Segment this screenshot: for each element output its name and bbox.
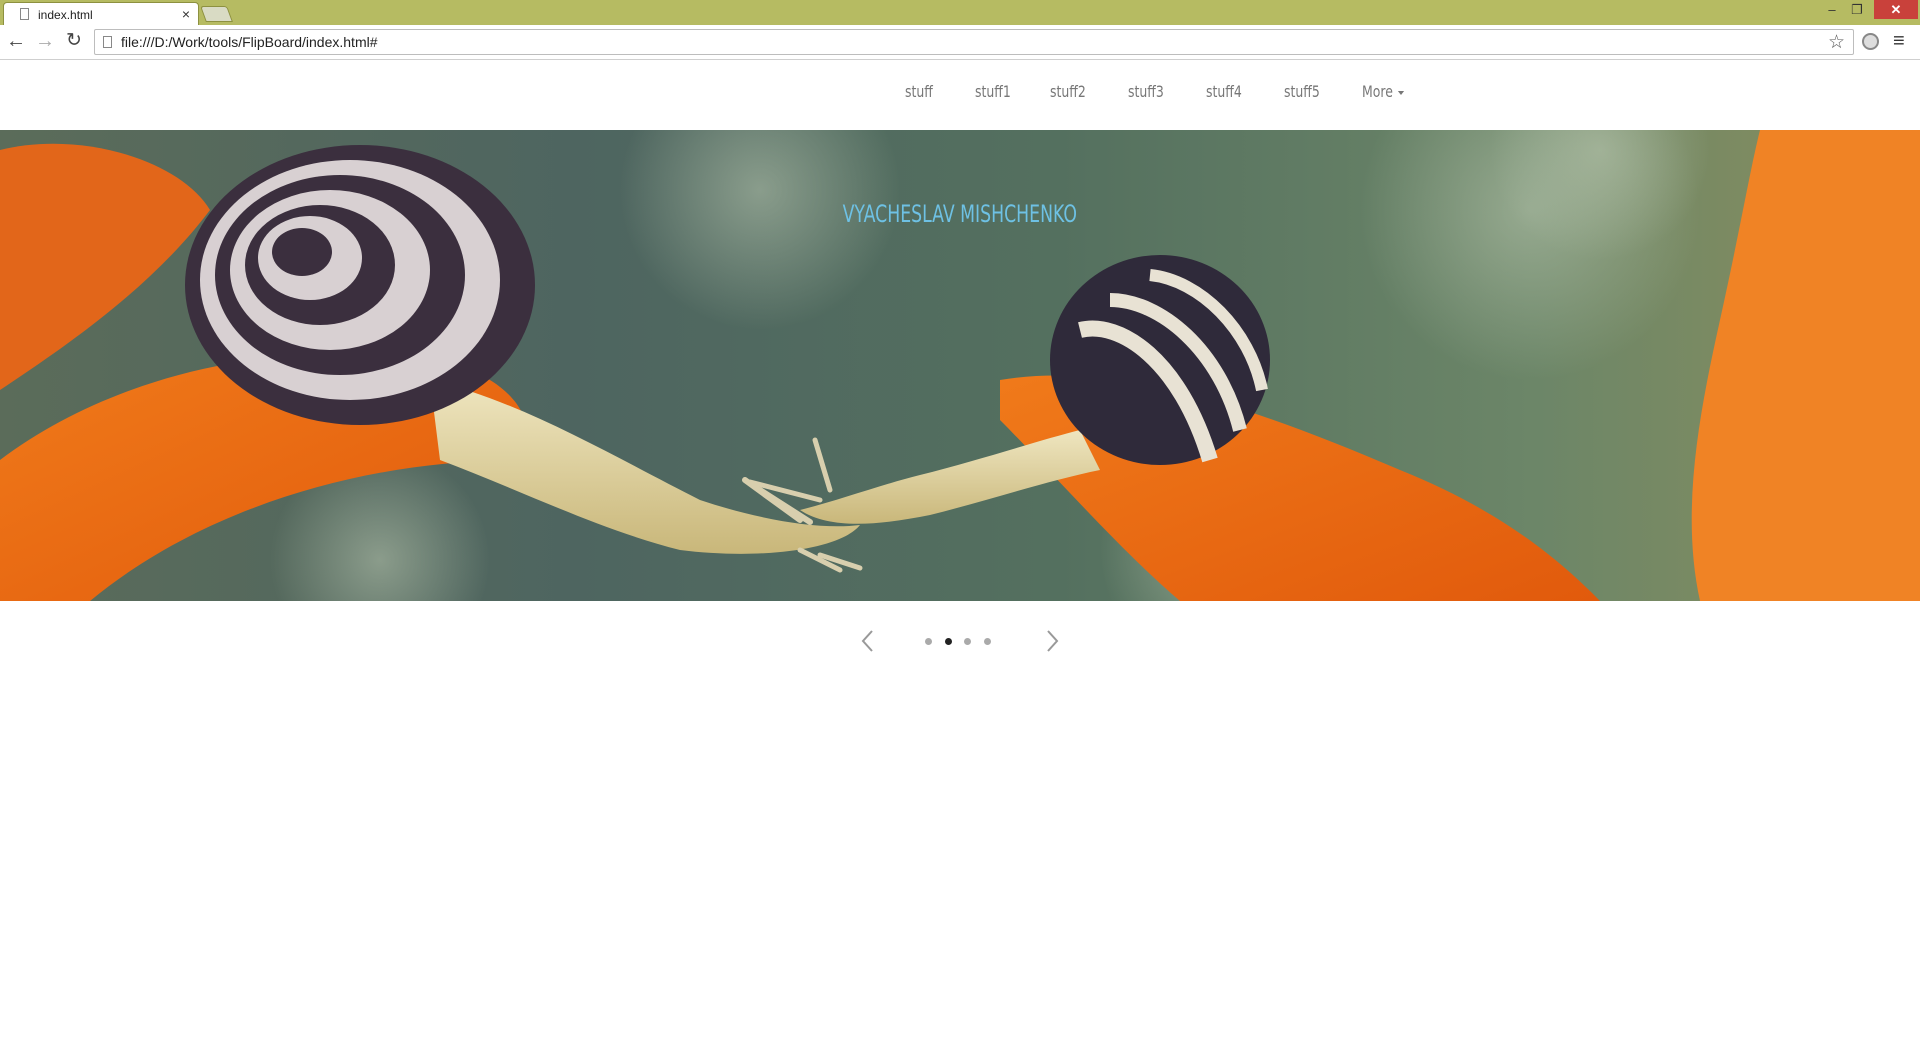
minimize-icon[interactable]: – <box>1821 0 1843 19</box>
browser-toolbar: ← → ↻ file:///D:/Work/tools/FlipBoard/in… <box>0 25 1920 60</box>
chevron-left-icon[interactable] <box>858 628 878 654</box>
nav-item-stuff3[interactable]: stuff3 <box>1128 82 1164 101</box>
browser-tab-active[interactable]: index.html × <box>3 2 199 25</box>
restore-icon[interactable]: ❐ <box>1846 0 1868 19</box>
carousel-slide: VYACHESLAV MISHCHENKO <box>0 130 1920 601</box>
page-icon <box>103 36 112 48</box>
nav-item-stuff5[interactable]: stuff5 <box>1284 82 1320 101</box>
hero-title: VYACHESLAV MISHCHENKO <box>842 200 1078 228</box>
chevron-right-icon[interactable] <box>1042 628 1062 654</box>
tab-close-button[interactable]: × <box>182 6 190 22</box>
nav-item-stuff2[interactable]: stuff2 <box>1050 82 1086 101</box>
hero-caption: VYACHESLAV MISHCHENKO <box>0 200 1920 228</box>
carousel-dot-1[interactable] <box>925 638 932 645</box>
carousel-controls <box>0 610 1920 670</box>
page-icon <box>20 8 29 20</box>
carousel-dot-3[interactable] <box>964 638 971 645</box>
reload-icon[interactable]: ↻ <box>62 30 86 54</box>
new-tab-button[interactable] <box>200 6 233 22</box>
browser-title-bar: index.html × – ❐ ✕ <box>0 0 1920 25</box>
tab-title: index.html <box>38 8 93 22</box>
extension-icon[interactable] <box>1862 33 1879 50</box>
nav-more-label: More <box>1362 82 1393 101</box>
back-icon[interactable]: ← <box>4 30 28 54</box>
caret-down-icon <box>1397 90 1404 95</box>
nav-item-stuff[interactable]: stuff <box>905 82 933 101</box>
nav-item-more-dropdown[interactable]: More <box>1362 82 1404 101</box>
menu-icon[interactable]: ≡ <box>1893 31 1905 51</box>
carousel-dot-4[interactable] <box>983 638 991 645</box>
address-bar[interactable]: file:///D:/Work/tools/FlipBoard/index.ht… <box>94 29 1854 55</box>
star-icon[interactable]: ☆ <box>1828 31 1845 54</box>
nav-item-stuff1[interactable]: stuff1 <box>975 82 1011 101</box>
site-navbar: stuff stuff1 stuff2 stuff3 stuff4 stuff5… <box>0 60 1920 130</box>
nav-item-stuff4[interactable]: stuff4 <box>1206 82 1242 101</box>
close-icon[interactable]: ✕ <box>1874 0 1918 19</box>
url-text[interactable]: file:///D:/Work/tools/FlipBoard/index.ht… <box>121 34 378 50</box>
carousel-dot-2[interactable] <box>944 638 952 645</box>
forward-icon[interactable]: → <box>33 30 57 54</box>
